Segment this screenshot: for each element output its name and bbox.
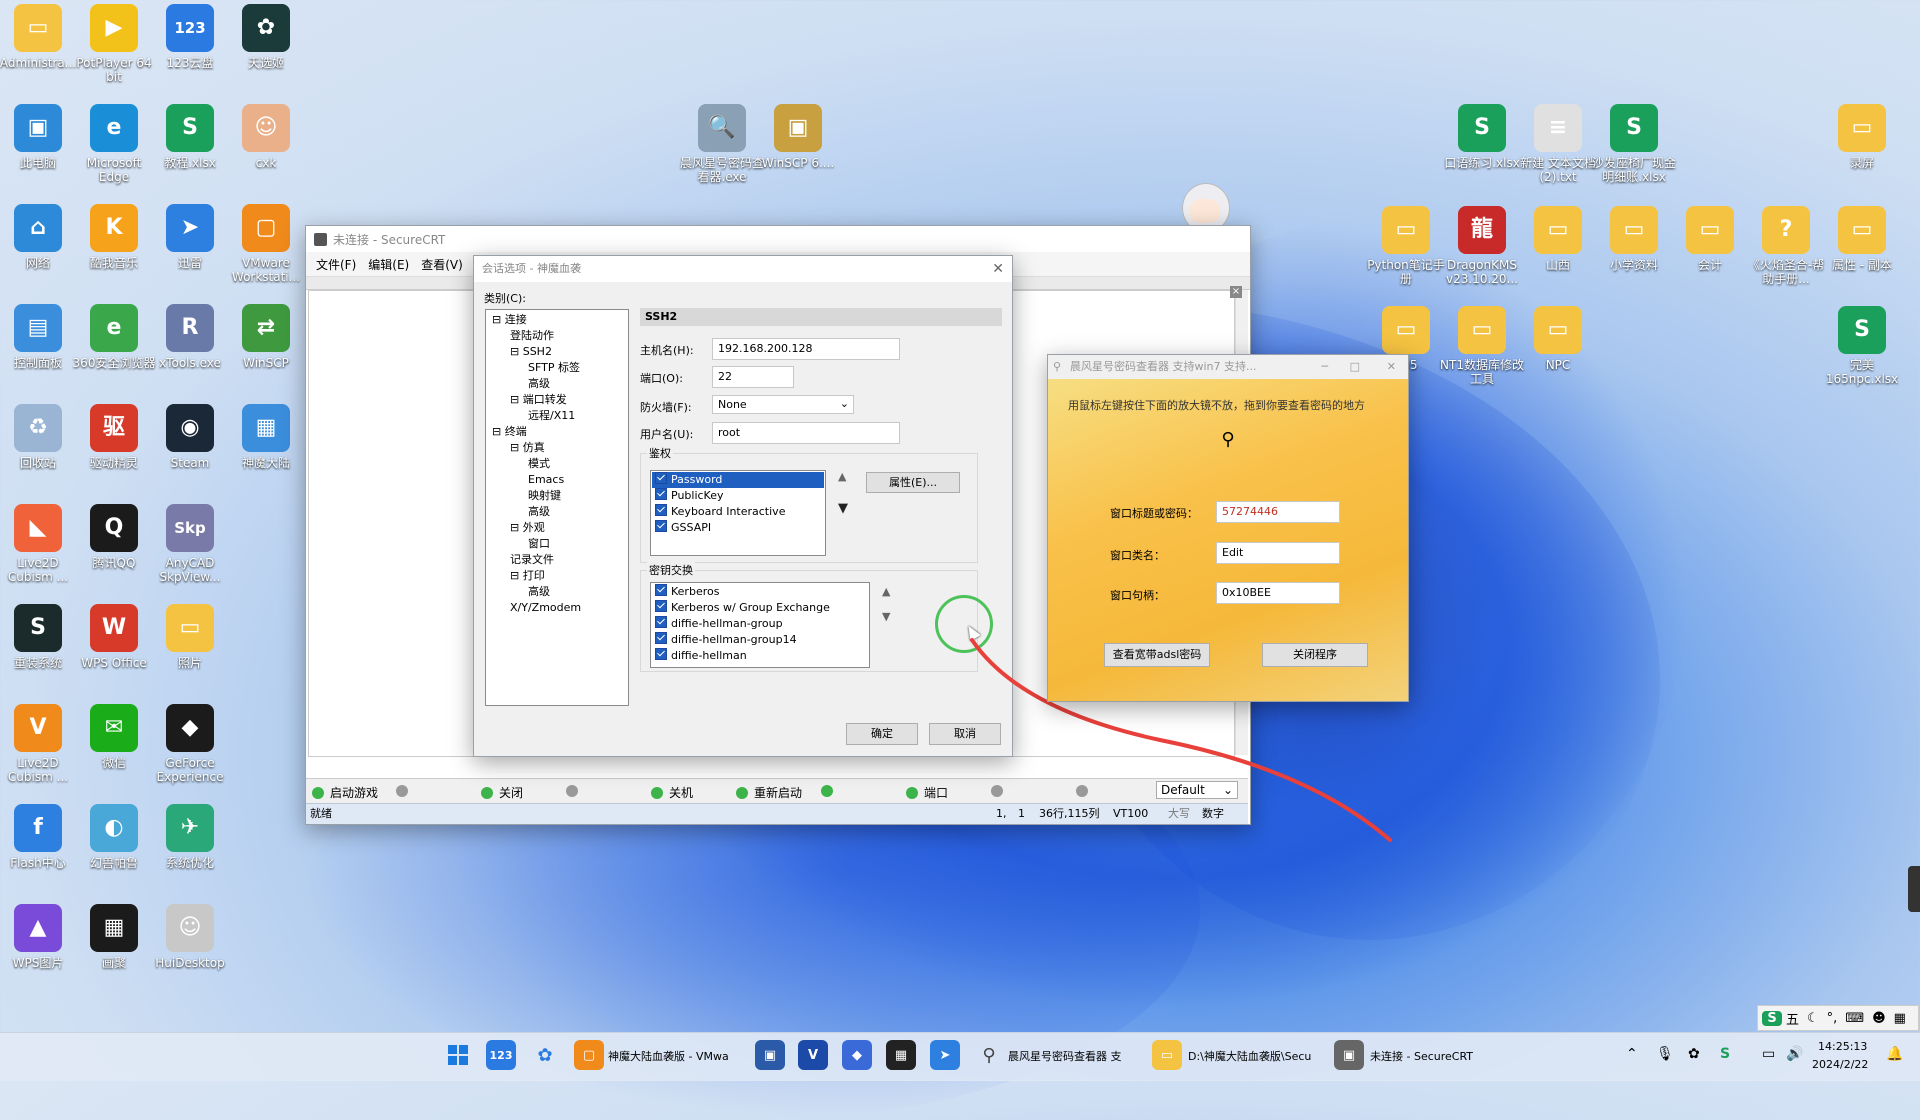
handle-label: 窗口句柄： — [1110, 589, 1165, 602]
folder-taskbar-icon[interactable]: ▭ — [1152, 1040, 1182, 1070]
taskbar-item-explorer[interactable]: D:\神魔大陆血袭版\Secu — [1188, 1048, 1311, 1064]
side-handle[interactable] — [1908, 866, 1920, 912]
ime-bar[interactable]: S 五 ☾ °, ⌨ ☻ ▦ — [1757, 1005, 1919, 1031]
tray-chevron-icon[interactable]: ⌃ — [1626, 1046, 1638, 1062]
sogou-tray-icon[interactable]: S — [1720, 1046, 1730, 1062]
close-program-button[interactable]: 关闭程序 — [1262, 643, 1368, 667]
clock-time[interactable]: 14:25:13 — [1818, 1040, 1867, 1053]
pin-taskbar-icon[interactable]: ◆ — [842, 1040, 872, 1070]
viewer-hint: 用鼠标左键按住下面的放大镜不放，拖到你要查看密码的地方 — [1068, 399, 1365, 412]
view-adsl-button[interactable]: 查看宽带adsl密码 — [1104, 643, 1210, 667]
magnifier-taskbar-icon[interactable]: ⚲ — [974, 1040, 1004, 1070]
terminal-taskbar-icon[interactable]: ▦ — [886, 1040, 916, 1070]
password-viewer-window[interactable]: ⚲ 晨风星号密码查看器 支持win7 支持... ─ □ ✕ 用鼠标左键按住下面… — [1047, 354, 1409, 702]
keyboard-icon: ⌨ — [1845, 1010, 1865, 1026]
pw-label: 窗口标题或密码： — [1110, 507, 1198, 520]
punct-icon: °, — [1826, 1010, 1838, 1026]
viewer-titlebar[interactable]: ⚲ 晨风星号密码查看器 支持win7 支持... ─ □ ✕ — [1048, 355, 1408, 379]
taskbar-item-vmware[interactable]: 神魔大陆血袭版 - VMwa — [608, 1048, 729, 1064]
securecrt-taskbar-icon[interactable]: ▣ — [1334, 1040, 1364, 1070]
taskbar-item-securecrt[interactable]: 未连接 - SecureCRT — [1370, 1048, 1473, 1064]
volume-icon[interactable]: 🔊 — [1786, 1046, 1803, 1062]
class-label: 窗口类名： — [1110, 549, 1165, 562]
vmware-taskbar-icon[interactable]: ▢ — [574, 1040, 604, 1070]
magnifier-title-icon: ⚲ — [1053, 360, 1062, 373]
xunlei-taskbar-icon[interactable]: ➤ — [930, 1040, 960, 1070]
magnifier-drag-icon[interactable]: ⚲ — [1218, 429, 1238, 455]
user-icon: ☻ — [1872, 1010, 1886, 1026]
notification-icon[interactable]: 🔔 — [1886, 1046, 1903, 1062]
drag-trail — [970, 638, 1392, 842]
clock-date[interactable]: 2024/2/22 — [1812, 1058, 1868, 1071]
maximize-icon[interactable]: □ — [1350, 355, 1360, 379]
pw-field[interactable]: 57274446 — [1216, 501, 1340, 523]
display-icon[interactable]: ▭ — [1762, 1046, 1775, 1062]
taskbar-item-pwviewer[interactable]: 晨风星号密码查看器 支 — [1008, 1048, 1122, 1064]
start-icon[interactable] — [443, 1040, 473, 1070]
moon-icon: ☾ — [1807, 1010, 1819, 1026]
handle-field[interactable]: 0x10BEE — [1216, 582, 1340, 604]
network-taskbar-icon[interactable]: ✿ — [530, 1040, 560, 1070]
minimize-icon[interactable]: ─ — [1321, 355, 1328, 379]
tray-app-icon[interactable]: ✿ — [1688, 1046, 1700, 1062]
word-taskbar-icon[interactable]: V — [798, 1040, 828, 1070]
remote-taskbar-icon[interactable]: ▣ — [755, 1040, 785, 1070]
yunpan-taskbar-icon[interactable]: 123 — [486, 1040, 516, 1070]
mic-icon[interactable]: 🎙 — [1656, 1046, 1674, 1062]
class-field[interactable]: Edit — [1216, 542, 1340, 564]
sogou-icon: S — [1762, 1010, 1782, 1026]
grid-icon: ▦ — [1893, 1010, 1906, 1026]
viewer-title: 晨风星号密码查看器 支持win7 支持... — [1070, 360, 1257, 373]
ime-mode: 五 — [1786, 1012, 1800, 1028]
close-icon[interactable]: ✕ — [1387, 355, 1396, 379]
